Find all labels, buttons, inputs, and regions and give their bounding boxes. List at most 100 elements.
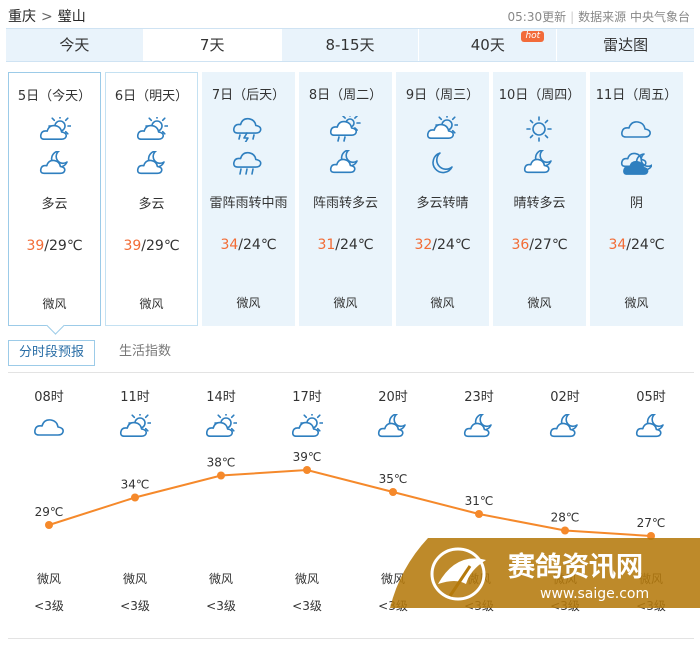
tab-8-15day[interactable]: 8-15天 [282,29,420,61]
breadcrumb-district[interactable]: 璧山 [58,9,86,25]
sun-shower-icon [329,112,361,142]
day-low-temp: /24℃ [626,237,665,253]
breadcrumb-city[interactable]: 重庆 [8,9,36,25]
partly-cloudy-sun-icon [291,411,324,440]
temperature-label: 31℃ [465,494,494,508]
temperature-label: 38℃ [207,456,236,470]
day-card[interactable]: 6日（明天） 多云 39/29℃ 微风 [105,72,198,326]
sun-icon [523,116,555,142]
partly-cloudy-sun-icon [426,113,459,142]
partly-cloudy-sun-icon [205,411,238,440]
day-date: 9日（周三） [405,88,480,103]
day-low-temp: /24℃ [432,237,471,253]
tab-7day-label: 7天 [199,36,225,54]
tab-life-index[interactable]: 生活指数 [109,340,181,366]
tab-hourly-forecast[interactable]: 分时段预报 [8,340,96,366]
partly-cloudy-sun-icon [39,114,72,143]
hour-column: 20时 [350,386,436,440]
breadcrumb: 重庆 > 璧山 [8,6,86,26]
day-weather-desc: 阵雨转多云 [312,196,378,211]
hour-time: 23时 [464,390,494,405]
tab-7day[interactable]: 7天 [143,29,282,61]
day-high-temp: 36 [511,237,530,253]
day-temperature: 36/27℃ [493,237,586,253]
hour-time: 20时 [378,390,408,405]
hour-time: 08时 [34,390,64,405]
day-date: 8日（周二） [308,88,383,103]
day-low-temp: /29℃ [44,238,83,254]
cloud-moon-icon [136,150,168,177]
watermark-brand: 赛鸽资讯网 [507,551,643,583]
temperature-point [389,488,397,496]
day-card[interactable]: 10日（周四） 晴转多云 36/27℃ 微风 [493,72,586,326]
temperature-point [303,466,311,474]
day-low-temp: /29℃ [141,238,180,254]
day-card[interactable]: 7日（后天） 雷阵雨转中雨 34/24℃ 微风 [202,72,295,326]
day-wind: 微风 [139,297,164,311]
cloud-moon-icon [635,413,667,440]
overcast-moon-icon [620,150,653,176]
day-low-temp: /24℃ [335,237,374,253]
day-high-temp: 34 [608,237,627,253]
temperature-label: 29℃ [35,505,64,519]
day-temperature: 32/24℃ [396,237,489,253]
day-low-temp: /27℃ [529,237,568,253]
temperature-label: 27℃ [637,516,666,530]
temperature-point [45,521,53,529]
day-high-temp: 39 [123,238,142,254]
day-weather-desc: 阴 [629,196,643,211]
day-card[interactable]: 8日（周二） 阵雨转多云 31/24℃ 微风 [299,72,392,326]
day-weather-desc: 多云转晴 [416,196,469,211]
day-date: 7日（后天） [211,88,286,103]
tab-40day[interactable]: 40天 hot [419,29,558,61]
tab-8-15day-label: 8-15天 [325,36,375,54]
hour-wind-level: <3级 [292,599,322,613]
temperature-point [475,510,483,518]
day-card[interactable]: 9日（周三） 多云转晴 32/24℃ 微风 [396,72,489,326]
day-date: 10日（周四） [498,88,581,103]
temperature-label: 35℃ [379,472,408,486]
day-temperature: 34/24℃ [590,237,683,253]
day-card[interactable]: 5日（今天） 多云 39/29℃ 微风 [8,72,101,326]
day-wind: 微风 [333,296,358,310]
day-date: 5日（今天） [17,89,92,104]
hour-column: 17时 [264,386,350,440]
partly-cloudy-sun-icon [119,411,152,440]
day-date: 6日（明天） [114,89,189,104]
hour-column: 05时 [608,386,694,440]
data-source: 数据来源 中央气象台 [578,10,690,24]
day-temperature: 39/29℃ [106,238,197,254]
temperature-point [217,471,225,480]
tab-radar-label: 雷达图 [603,36,649,54]
update-divider: | [570,10,575,24]
partly-cloudy-sun-icon [136,114,169,143]
hour-column: 02时 [522,386,608,440]
hour-column: 08时 [6,386,92,440]
hour-wind-level: <3级 [206,599,236,613]
day-temperature: 34/24℃ [202,237,295,253]
hour-time: 02时 [550,390,580,405]
detail-subtabs: 分时段预报 生活指数 [8,340,181,366]
thunder-shower-icon [232,116,264,144]
hour-wind-level: <3级 [34,599,64,613]
tab-today[interactable]: 今天 [6,29,144,61]
moon-icon [426,150,458,176]
day-card[interactable]: 11日（周五） 阴 34/24℃ 微风 [590,72,683,326]
cloud-moon-icon [39,150,71,177]
hour-column: 11时 [92,386,178,440]
tab-radar[interactable]: 雷达图 [557,29,694,61]
hour-column: 14时 [178,386,264,440]
hour-time: 05时 [636,390,666,405]
hour-time: 14时 [206,390,236,405]
day-temperature: 39/29℃ [9,238,100,254]
hour-wind: 微风 [36,572,61,586]
forecast-tabs: 今天 7天 8-15天 40天 hot 雷达图 [6,28,694,62]
temperature-point [131,493,139,502]
cloud-icon [33,414,65,440]
hour-wind-level: <3级 [120,599,150,613]
cloud-moon-icon [523,149,555,176]
update-info: 05:30更新 | 数据来源 中央气象台 [508,8,690,25]
day-wind: 微风 [430,296,455,310]
cloud-icon [620,116,652,142]
tab-40day-label: 40天 [470,36,505,54]
